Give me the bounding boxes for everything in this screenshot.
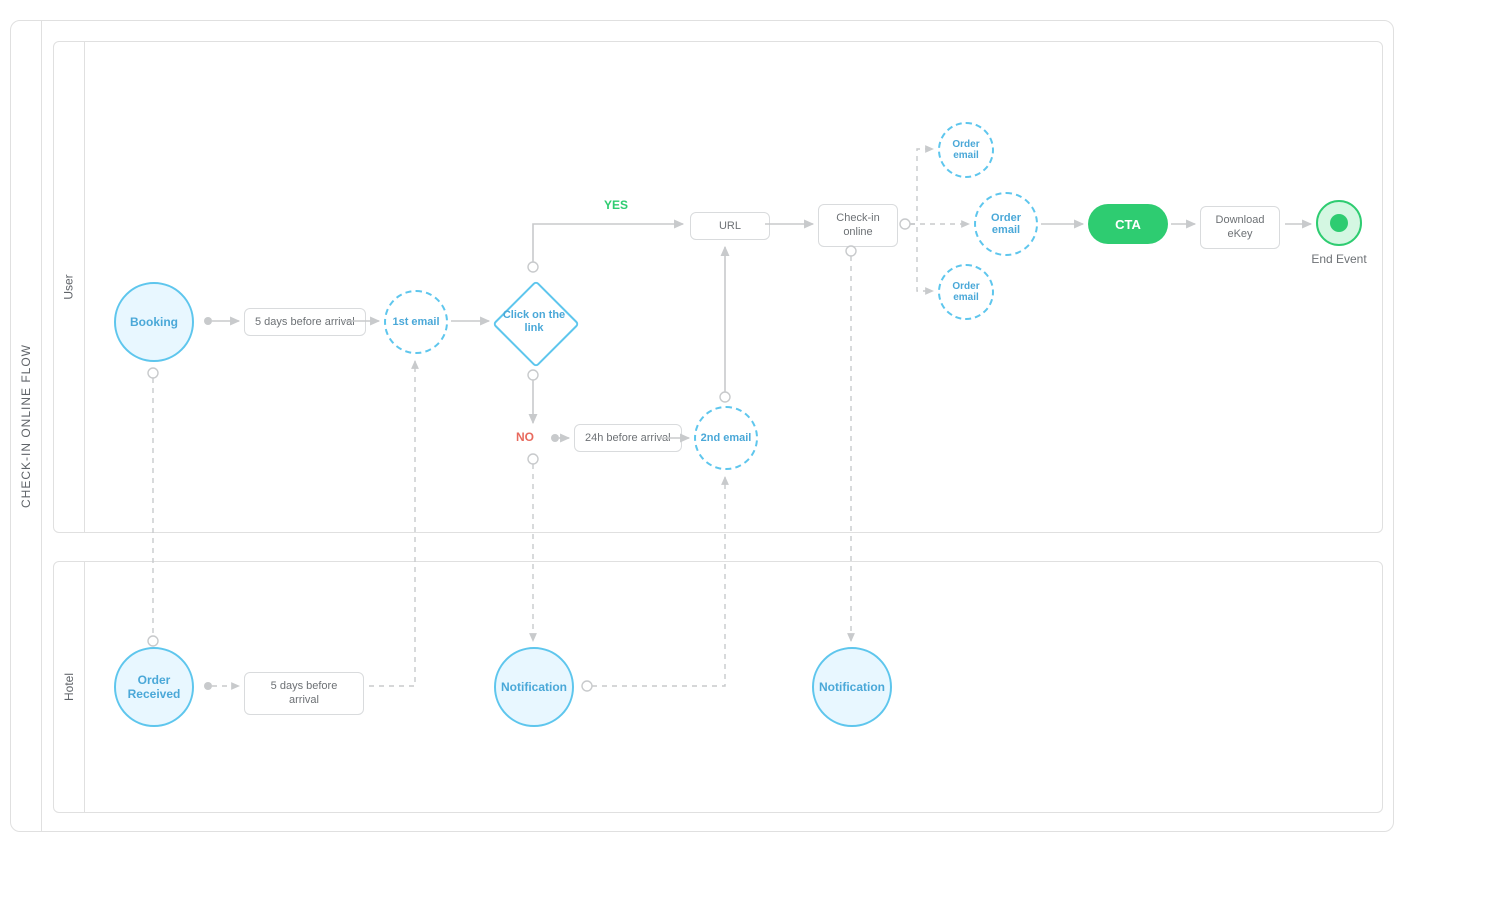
task-cta-label: CTA bbox=[1115, 217, 1141, 232]
event-hotel-notification-2-label: Notification bbox=[819, 680, 885, 694]
task-wait-24h-label: 24h before arrival bbox=[585, 431, 671, 445]
event-order-email-2-label: Order email bbox=[976, 212, 1036, 236]
event-booking-label: Booking bbox=[130, 315, 178, 329]
pool-title-label: CHECK-IN ONLINE FLOW bbox=[19, 344, 33, 508]
task-checkin-online: Check-in online bbox=[818, 204, 898, 247]
event-hotel-notification-1: Notification bbox=[494, 647, 574, 727]
event-hotel-notification-1-label: Notification bbox=[501, 680, 567, 694]
task-download-ekey-label: Download eKey bbox=[1211, 213, 1269, 242]
lane-user-label: User bbox=[62, 274, 76, 299]
task-download-ekey: Download eKey bbox=[1200, 206, 1280, 249]
event-first-email-label: 1st email bbox=[392, 316, 439, 328]
event-order-email-1-label: Order email bbox=[940, 139, 992, 161]
pool-title: CHECK-IN ONLINE FLOW bbox=[11, 21, 42, 831]
event-hotel-notification-2: Notification bbox=[812, 647, 892, 727]
task-wait-5days: 5 days before arrival bbox=[244, 308, 366, 336]
event-order-email-3: Order email bbox=[938, 264, 994, 320]
gateway-click-link-label: Click on the link bbox=[494, 282, 574, 362]
task-url: URL bbox=[690, 212, 770, 240]
task-wait-5days-label: 5 days before arrival bbox=[255, 315, 355, 329]
task-wait-24h: 24h before arrival bbox=[574, 424, 682, 452]
lane-hotel-title: Hotel bbox=[54, 562, 85, 812]
lane-user-title: User bbox=[54, 42, 85, 532]
event-end bbox=[1316, 200, 1362, 246]
task-checkin-online-label: Check-in online bbox=[829, 211, 887, 240]
task-hotel-wait-5days: 5 days before arrival bbox=[244, 672, 364, 715]
event-order-email-2: Order email bbox=[974, 192, 1038, 256]
event-second-email: 2nd email bbox=[694, 406, 758, 470]
event-second-email-label: 2nd email bbox=[701, 432, 752, 444]
pool-checkin-flow: CHECK-IN ONLINE FLOW User Booking 5 days… bbox=[10, 20, 1394, 832]
task-hotel-wait-5days-label: 5 days before arrival bbox=[255, 679, 353, 708]
event-order-received: Order Received bbox=[114, 647, 194, 727]
event-order-email-3-label: Order email bbox=[940, 281, 992, 303]
task-url-label: URL bbox=[719, 219, 741, 233]
gateway-click-link: Click on the link bbox=[494, 282, 574, 362]
lane-hotel-label: Hotel bbox=[62, 673, 76, 701]
event-first-email: 1st email bbox=[384, 290, 448, 354]
lane-user: User Booking 5 days before arrival 1st e… bbox=[53, 41, 1383, 533]
gateway-label-no: NO bbox=[516, 430, 534, 444]
event-booking: Booking bbox=[114, 282, 194, 362]
event-order-received-label: Order Received bbox=[116, 673, 192, 701]
lane-hotel: Hotel Order Received 5 days before arriv… bbox=[53, 561, 1383, 813]
event-order-email-1: Order email bbox=[938, 122, 994, 178]
event-end-label: End Event bbox=[1299, 252, 1379, 266]
task-cta: CTA bbox=[1088, 204, 1168, 244]
gateway-label-yes: YES bbox=[604, 198, 628, 212]
